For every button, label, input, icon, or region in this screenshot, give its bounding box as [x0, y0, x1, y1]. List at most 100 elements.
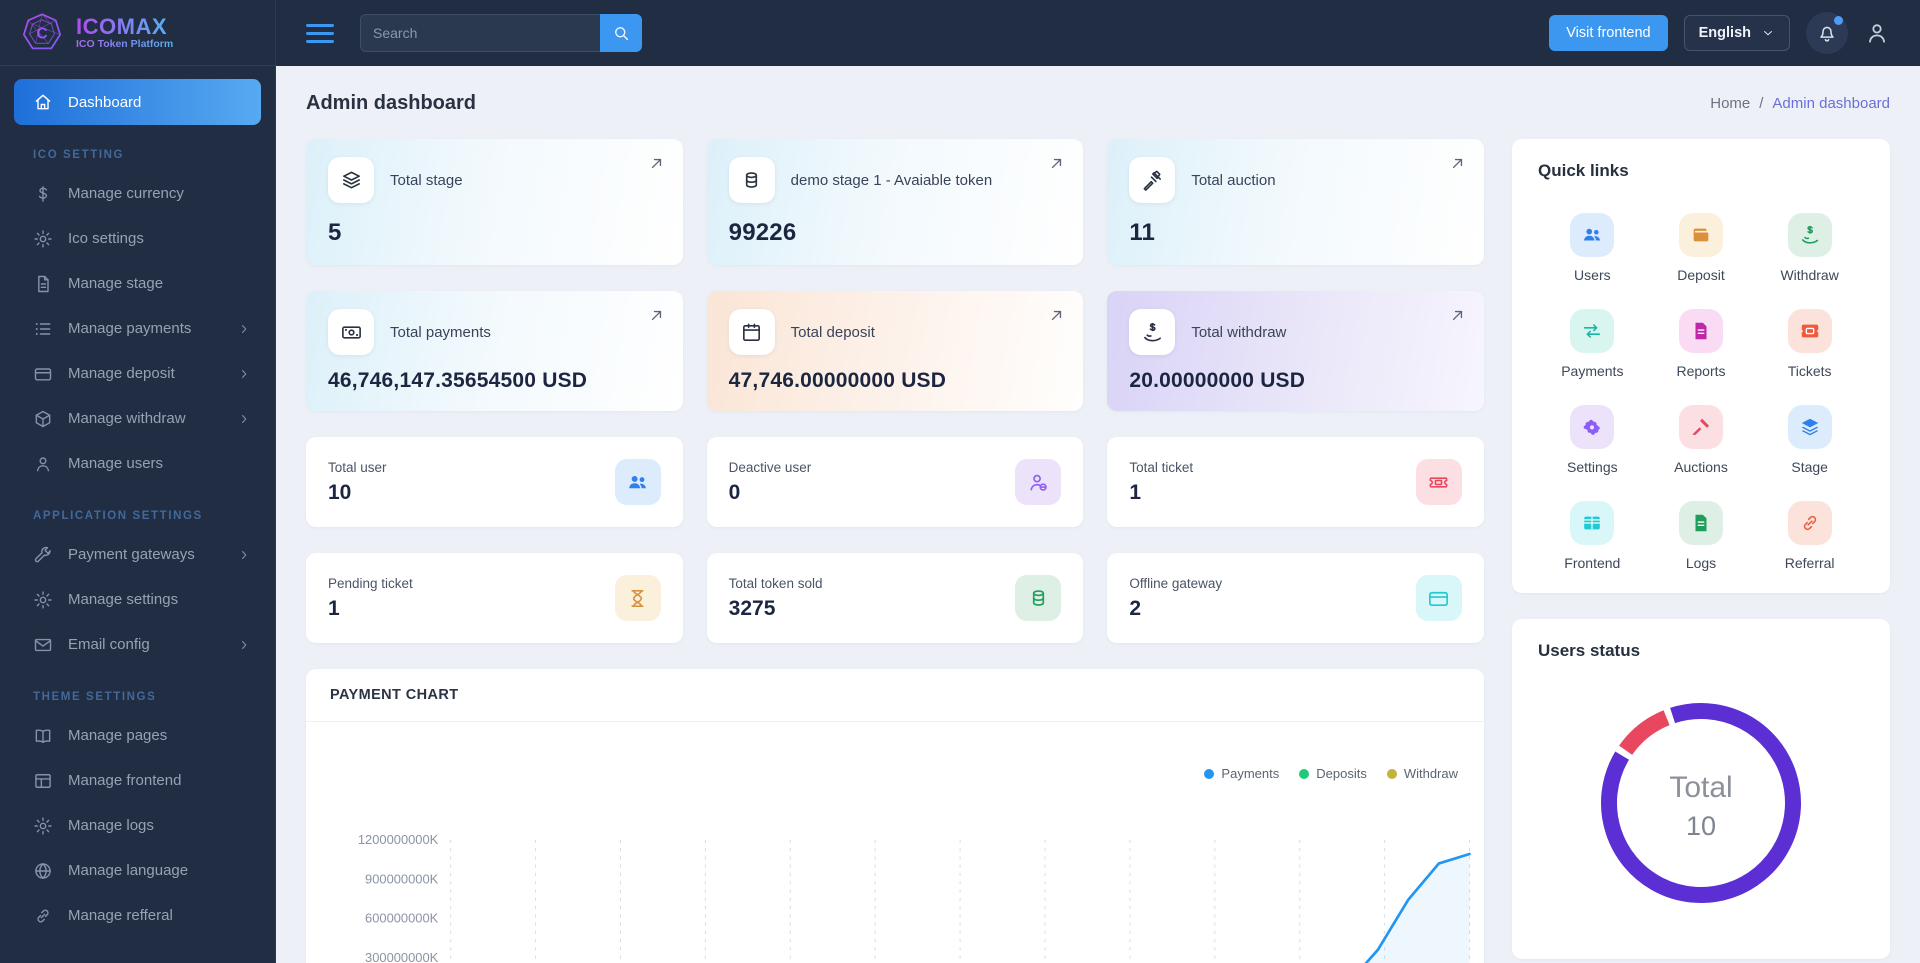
quick-link-label: Withdraw — [1780, 267, 1839, 283]
stat-card-value: 0 — [728, 480, 741, 504]
sidebar-item-label: Manage logs — [68, 817, 154, 834]
stat-card-title: Total payments — [390, 323, 491, 341]
sidebar-item-manage-stage[interactable]: Manage stage — [0, 261, 275, 306]
arrow-up-right-icon[interactable] — [647, 306, 666, 325]
quick-link-settings[interactable]: Settings — [1538, 405, 1647, 475]
sidebar-item-dashboard[interactable]: Dashboard — [14, 79, 261, 125]
stat-card-total-withdraw: Total withdraw 20.00000000 USD — [1107, 291, 1484, 411]
quick-link-referral[interactable]: Referral — [1755, 501, 1864, 571]
quick-link-frontend[interactable]: Frontend — [1538, 501, 1647, 571]
sidebar-item-manage-refferal[interactable]: Manage refferal — [0, 893, 275, 938]
credit-card-icon — [33, 364, 53, 384]
sidebar-item-manage-pages[interactable]: Manage pages — [0, 713, 275, 758]
sidebar-item-manage-logs[interactable]: Manage logs — [0, 803, 275, 848]
quick-link-auctions[interactable]: Auctions — [1647, 405, 1756, 475]
breadcrumb-home-link[interactable]: Home — [1710, 95, 1750, 112]
quick-link-payments[interactable]: Payments — [1538, 309, 1647, 379]
stat-card-value: 20.00000000 USD — [1129, 369, 1306, 392]
stat-card-value: 1 — [1129, 480, 1142, 504]
stat-card-total-deposit: Total deposit 47,746.00000000 USD — [706, 291, 1084, 411]
users-status-donut: Total 10 — [1591, 693, 1811, 918]
search-button[interactable] — [600, 14, 642, 52]
globe-icon — [33, 861, 53, 881]
quick-link-logs[interactable]: Logs — [1647, 501, 1756, 571]
stat-card-total-user: Total user 10 — [306, 437, 683, 527]
breadcrumb: Home / Admin dashboard — [1710, 95, 1890, 112]
arrow-up-right-icon[interactable] — [647, 154, 666, 173]
legend-dot-withdraw — [1386, 768, 1397, 779]
sidebar-item-manage-users[interactable]: Manage users — [0, 441, 275, 486]
quick-link-deposit[interactable]: Deposit — [1647, 213, 1756, 283]
stat-card-total-payments: Total payments 46,746,147.35654500 USD — [306, 291, 683, 411]
hamburger-icon[interactable] — [306, 23, 334, 43]
hourglass-icon — [614, 575, 661, 621]
sidebar-item-label: Manage refferal — [68, 907, 173, 924]
gear-icon — [33, 229, 53, 249]
sidebar-item-label: Manage settings — [68, 591, 179, 608]
sidebar-item-manage-deposit[interactable]: Manage deposit — [0, 351, 275, 396]
sidebar-item-ico-settings[interactable]: Ico settings — [0, 216, 275, 261]
legend-item-payments[interactable]: Payments — [1204, 766, 1279, 781]
credit-card-icon — [1415, 575, 1462, 621]
stat-card-available-token: demo stage 1 - Avaiable token 99226 — [706, 139, 1084, 265]
arrow-up-right-icon[interactable] — [1047, 154, 1066, 173]
visit-frontend-button[interactable]: Visit frontend — [1549, 15, 1668, 51]
legend-label: Payments — [1221, 766, 1280, 781]
notifications-button[interactable] — [1806, 12, 1848, 54]
sidebar-item-email-config[interactable]: Email config — [0, 622, 275, 667]
sidebar-section-ico-setting: ICO SETTING — [33, 149, 125, 161]
main-content: Admin dashboard Home / Admin dashboard T… — [276, 66, 1920, 963]
quick-links-panel: Quick links Users Deposit Withdraw Payme… — [1512, 139, 1890, 593]
sidebar-item-manage-currency[interactable]: Manage currency — [0, 171, 275, 216]
stat-card-value: 3275 — [728, 596, 776, 620]
coins-icon — [1015, 575, 1062, 621]
link-icon — [33, 906, 53, 926]
language-select[interactable]: English — [1683, 15, 1790, 51]
stat-card-title: Deactive user — [728, 459, 812, 475]
chevron-right-icon — [237, 367, 251, 381]
sidebar-item-manage-payments[interactable]: Manage payments — [0, 306, 275, 351]
breadcrumb-current[interactable]: Admin dashboard — [1772, 95, 1890, 112]
package-icon — [33, 409, 53, 429]
arrow-up-right-icon[interactable] — [1047, 306, 1066, 325]
sidebar-item-manage-language[interactable]: Manage language — [0, 848, 275, 893]
search-input[interactable] — [360, 14, 600, 52]
svg-text:C: C — [36, 25, 47, 42]
stat-card-title: Pending ticket — [328, 575, 413, 591]
quick-link-label: Reports — [1676, 363, 1726, 379]
home-icon — [33, 92, 53, 112]
sidebar-item-manage-settings[interactable]: Manage settings — [0, 577, 275, 622]
sidebar-section-theme-settings: THEME SETTINGS — [33, 691, 157, 703]
quick-link-label: Auctions — [1674, 459, 1728, 475]
profile-button[interactable] — [1864, 20, 1890, 46]
book-icon — [33, 726, 53, 746]
legend-item-deposits[interactable]: Deposits — [1299, 766, 1367, 781]
stat-card-title: Total withdraw — [1191, 323, 1287, 341]
quick-link-users[interactable]: Users — [1538, 213, 1647, 283]
sidebar-item-label: Manage pages — [68, 727, 168, 744]
gear-icon — [1570, 405, 1615, 449]
sidebar-item-label: Ico settings — [68, 230, 144, 247]
quick-link-reports[interactable]: Reports — [1647, 309, 1756, 379]
brand[interactable]: C ICOMAX ICO Token Platform — [0, 0, 275, 66]
sidebar-item-manage-frontend[interactable]: Manage frontend — [0, 758, 275, 803]
arrow-up-right-icon[interactable] — [1448, 306, 1467, 325]
arrow-up-right-icon[interactable] — [1448, 154, 1467, 173]
legend-item-withdraw[interactable]: Withdraw — [1386, 766, 1458, 781]
table-icon — [1570, 501, 1615, 545]
brand-tagline: ICO Token Platform — [76, 38, 174, 51]
sidebar-item-payment-gateways[interactable]: Payment gateways — [0, 532, 275, 577]
quick-link-withdraw[interactable]: Withdraw — [1755, 213, 1864, 283]
quick-link-stage[interactable]: Stage — [1755, 405, 1864, 475]
stat-card-value: 2 — [1129, 596, 1142, 620]
payment-line-chart: 1200000000K 900000000K 600000000K 300000… — [358, 832, 1471, 963]
quick-link-tickets[interactable]: Tickets — [1755, 309, 1864, 379]
stat-card-title: Total deposit — [790, 323, 875, 341]
sidebar-item-label: Manage frontend — [68, 772, 182, 789]
sidebar-item-manage-withdraw[interactable]: Manage withdraw — [0, 396, 275, 441]
sidebar-item-label: Email config — [68, 636, 150, 653]
ticket-icon — [1415, 459, 1462, 505]
users-status-title: Users status — [1538, 641, 1641, 660]
coins-icon — [728, 157, 775, 203]
gear-icon — [33, 816, 53, 836]
